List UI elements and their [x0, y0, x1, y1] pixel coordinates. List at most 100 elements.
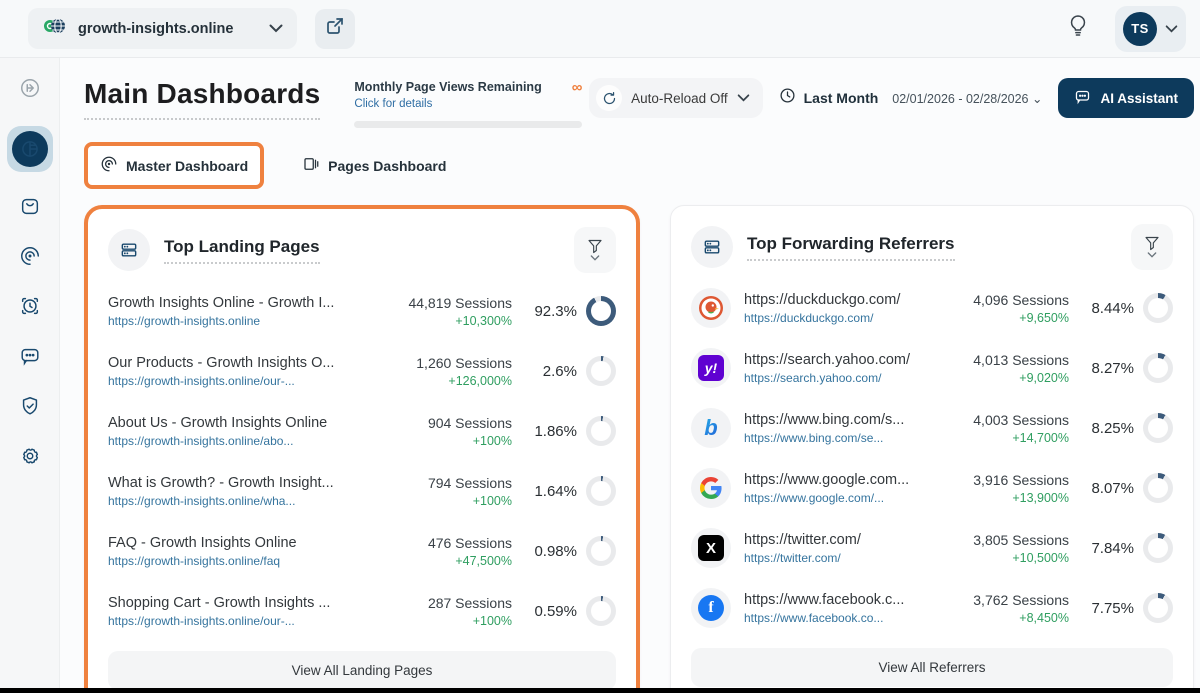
website-selector[interactable]: growth-insights.online [28, 8, 297, 49]
percent-value: 92.3% [534, 303, 577, 320]
change-value: +100% [390, 614, 512, 628]
sessions-value: 1,260 Sessions [390, 355, 512, 371]
landing-page-row[interactable]: What is Growth? - Growth Insight... http… [108, 461, 616, 521]
landing-page-row[interactable]: About Us - Growth Insights Online https:… [108, 401, 616, 461]
percent-value: 7.84% [1091, 540, 1134, 557]
date-period[interactable]: Last Month 02/01/2026 - 02/28/2026 ⌄ [779, 87, 1043, 109]
referrer-row[interactable]: b https://www.bing.com/s... https://www.… [691, 398, 1173, 458]
sessions-value: 3,916 Sessions [947, 472, 1069, 488]
referrer-url-link[interactable]: https://twitter.com/ [744, 551, 947, 565]
chevron-down-icon [1147, 252, 1157, 258]
referrer-url-link[interactable]: https://www.bing.com/se... [744, 431, 947, 445]
page-title-text: FAQ - Growth Insights Online [108, 535, 390, 551]
referrer-title-text: https://twitter.com/ [744, 532, 947, 548]
facebook-favicon: f [691, 588, 731, 628]
tab-master-dashboard[interactable]: Master Dashboard [84, 142, 264, 189]
page-title-text: Our Products - Growth Insights O... [108, 355, 390, 371]
landing-page-row[interactable]: Shopping Cart - Growth Insights ... http… [108, 581, 616, 641]
sessions-value: 3,762 Sessions [947, 592, 1069, 608]
page-url-link[interactable]: https://growth-insights.online/faq [108, 554, 390, 568]
referrer-url-link[interactable]: https://search.yahoo.com/ [744, 371, 947, 385]
referrer-url-link[interactable]: https://duckduckgo.com/ [744, 311, 947, 325]
sidebar-item-behavior[interactable] [16, 244, 44, 272]
user-menu[interactable]: TS [1115, 6, 1186, 52]
page-views-label: Monthly Page Views Remaining [354, 80, 541, 94]
change-value: +9,650% [947, 311, 1069, 325]
percent-donut [1143, 413, 1173, 443]
page-url-link[interactable]: https://growth-insights.online/our-... [108, 614, 390, 628]
page-title-text: Shopping Cart - Growth Insights ... [108, 595, 390, 611]
pages-icon [302, 155, 320, 176]
page-url-link[interactable]: https://growth-insights.online/our-... [108, 374, 390, 388]
external-link-icon [326, 17, 344, 40]
page-views-details-link[interactable]: Click for details [354, 98, 432, 110]
auto-reload-label: Auto-Reload Off [631, 91, 728, 106]
sidebar-item-feedback[interactable] [16, 344, 44, 372]
tab-label: Master Dashboard [126, 158, 248, 174]
page-title-text: About Us - Growth Insights Online [108, 415, 390, 431]
ai-assistant-button[interactable]: AI Assistant [1058, 78, 1194, 118]
auto-reload-dropdown[interactable]: Auto-Reload Off [589, 78, 763, 118]
filter-button[interactable] [574, 227, 616, 273]
spiral-icon [19, 245, 41, 272]
sessions-value: 3,805 Sessions [947, 532, 1069, 548]
referrer-url-link[interactable]: https://www.google.com/... [744, 491, 947, 505]
percent-donut [586, 356, 616, 386]
landing-page-row[interactable]: FAQ - Growth Insights Online https://gro… [108, 521, 616, 581]
landing-page-row[interactable]: Our Products - Growth Insights O... http… [108, 341, 616, 401]
open-website-button[interactable] [315, 9, 355, 49]
sidebar-item-session-recordings[interactable] [16, 294, 44, 322]
percent-donut [1143, 353, 1173, 383]
chevron-down-icon [590, 255, 600, 261]
chevron-down-icon [269, 20, 283, 38]
sidebar-item-dashboards[interactable] [7, 126, 53, 172]
referrer-url-link[interactable]: https://www.facebook.co... [744, 611, 947, 625]
percent-value: 1.86% [534, 423, 577, 440]
sidebar-item-privacy[interactable] [16, 394, 44, 422]
page-url-link[interactable]: https://growth-insights.online/wha... [108, 494, 390, 508]
view-all-landing-pages-button[interactable]: View All Landing Pages [108, 651, 616, 690]
sessions-value: 794 Sessions [390, 475, 512, 491]
percent-value: 8.25% [1091, 420, 1134, 437]
top-bar: growth-insights.online TS [0, 0, 1200, 58]
referrer-row[interactable]: X https://twitter.com/ https://twitter.c… [691, 518, 1173, 578]
page-url-link[interactable]: https://growth-insights.online [108, 314, 390, 328]
percent-value: 2.6% [543, 363, 577, 380]
filter-button[interactable] [1131, 224, 1173, 270]
list-widget-icon [691, 226, 733, 268]
percent-donut [586, 476, 616, 506]
period-label: Last Month [804, 90, 879, 106]
top-landing-pages-card: Top Landing Pages Growth Insights Online… [84, 205, 640, 693]
list-widget-icon [108, 229, 150, 271]
page-title-text: What is Growth? - Growth Insight... [108, 475, 390, 491]
percent-value: 8.07% [1091, 480, 1134, 497]
change-value: +47,500% [390, 554, 512, 568]
sessions-value: 4,096 Sessions [947, 292, 1069, 308]
change-value: +126,000% [390, 374, 512, 388]
percent-value: 1.64% [534, 483, 577, 500]
referrer-row[interactable]: f https://www.facebook.c... https://www.… [691, 578, 1173, 638]
sidebar-item-settings[interactable] [16, 444, 44, 472]
page-url-link[interactable]: https://growth-insights.online/abo... [108, 434, 390, 448]
sidebar-item-ecommerce[interactable] [16, 194, 44, 222]
page-views-widget[interactable]: Monthly Page Views Remaining Click for d… [354, 80, 582, 128]
period-range[interactable]: 02/01/2026 - 02/28/2026 ⌄ [892, 91, 1042, 106]
change-value: +8,450% [947, 611, 1069, 625]
view-all-referrers-button[interactable]: View All Referrers [691, 648, 1173, 687]
referrer-row[interactable]: y! https://search.yahoo.com/ https://sea… [691, 338, 1173, 398]
dashboard-pie-icon [12, 131, 48, 167]
landing-page-row[interactable]: Growth Insights Online - Growth I... htt… [108, 281, 616, 341]
change-value: +13,900% [947, 491, 1069, 505]
referrer-row[interactable]: https://www.google.com... https://www.go… [691, 458, 1173, 518]
sessions-value: 4,013 Sessions [947, 352, 1069, 368]
sidebar-item-expand[interactable] [16, 76, 44, 104]
google-favicon [691, 468, 731, 508]
sidebar [0, 58, 60, 693]
top-forwarding-referrers-card: Top Forwarding Referrers [670, 205, 1194, 693]
tab-pages-dashboard[interactable]: Pages Dashboard [290, 146, 458, 185]
twitter-x-favicon: X [691, 528, 731, 568]
tips-button[interactable] [1059, 10, 1097, 48]
percent-donut [586, 416, 616, 446]
sessions-value: 287 Sessions [390, 595, 512, 611]
referrer-row[interactable]: https://duckduckgo.com/ https://duckduck… [691, 278, 1173, 338]
